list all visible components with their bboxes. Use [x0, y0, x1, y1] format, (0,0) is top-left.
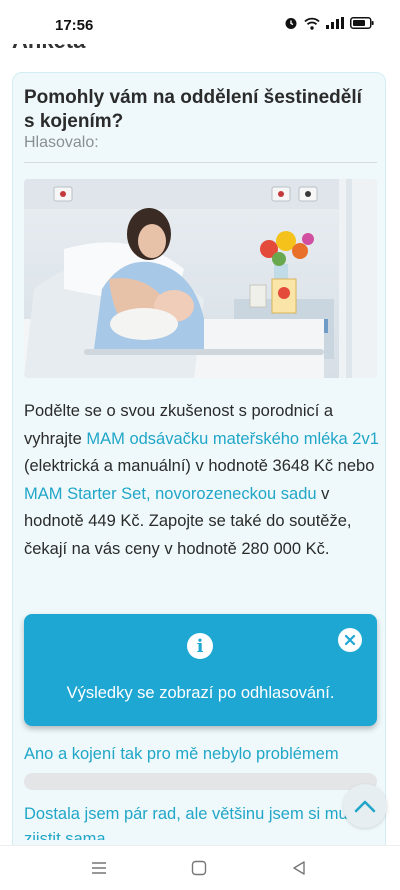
battery-icon	[350, 17, 374, 29]
prize-link-starter-set[interactable]: MAM Starter Set, novorozeneckou sadu	[24, 485, 317, 503]
poll-option[interactable]: Dostala jsem pár rad, ale většinu jsem s…	[24, 802, 379, 840]
poll-option-bar	[24, 773, 377, 790]
wifi-icon	[304, 17, 320, 30]
divider	[24, 162, 377, 163]
info-icon: i	[187, 633, 213, 659]
menu-button[interactable]	[87, 856, 111, 880]
info-box: i Výsledky se zobrazí po odhlasování.	[24, 614, 377, 726]
scroll-top-button[interactable]	[343, 784, 387, 828]
poll-question: Pomohly vám na oddělení šestinedělí s ko…	[24, 87, 362, 132]
status-icons	[284, 16, 374, 30]
alarm-icon	[285, 18, 297, 29]
voted-label: Hlasovalo:	[24, 134, 99, 151]
poll-description: Podělte se o svou zkušenost s porodnicí …	[24, 398, 379, 563]
chevron-up-icon	[354, 800, 376, 813]
close-icon	[345, 635, 355, 645]
status-time: 17:56	[55, 17, 94, 34]
back-button[interactable]	[287, 856, 311, 880]
home-icon	[191, 860, 207, 876]
back-icon	[293, 861, 305, 875]
poll-photo	[24, 179, 377, 378]
menu-icon	[92, 862, 106, 874]
description-text: (elektrická a manuální) v hodnotě 3648 K…	[24, 457, 375, 475]
status-bar: 17:56	[0, 0, 400, 44]
system-nav-bar	[0, 845, 400, 890]
signal-icon	[326, 17, 344, 29]
prize-link-breast-pump[interactable]: MAM odsávačku mateřského mléka 2v1	[86, 430, 379, 448]
info-text: Výsledky se zobrazí po odhlasování.	[66, 684, 335, 702]
poll-option[interactable]: Ano a kojení tak pro mě nebylo problémem	[24, 742, 379, 767]
home-button[interactable]	[187, 856, 211, 880]
close-button[interactable]	[338, 628, 362, 652]
